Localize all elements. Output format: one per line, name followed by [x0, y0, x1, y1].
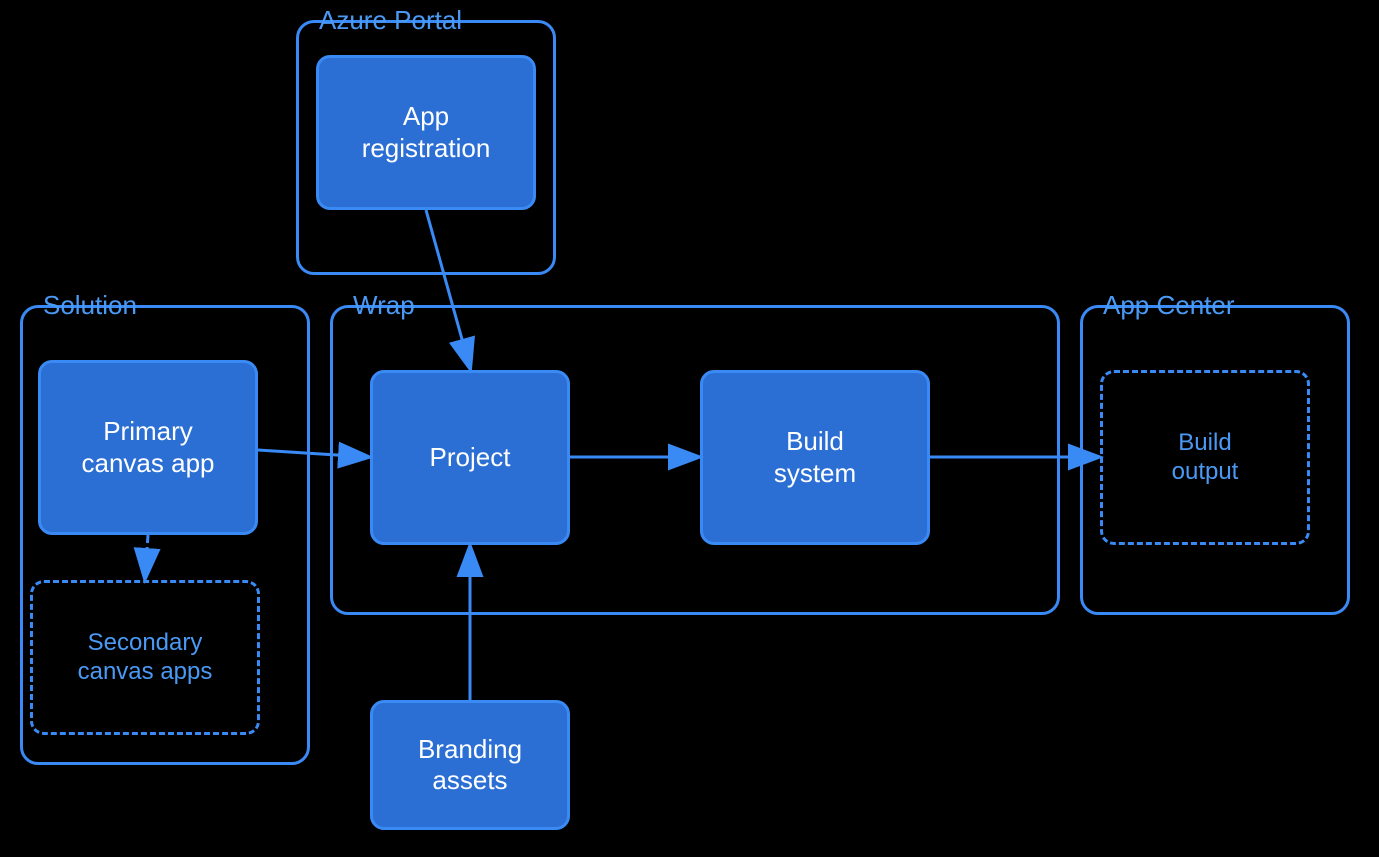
- solution-label: Solution: [43, 290, 137, 321]
- app-center-label: App Center: [1103, 290, 1235, 321]
- project-box: Project: [370, 370, 570, 545]
- branding-assets-box: Branding assets: [370, 700, 570, 830]
- app-registration-box: App registration: [316, 55, 536, 210]
- wrap-label: Wrap: [353, 290, 415, 321]
- azure-portal-label: Azure Portal: [319, 5, 462, 36]
- build-system-box: Build system: [700, 370, 930, 545]
- diagram-container: Azure Portal App registration Solution P…: [0, 0, 1379, 857]
- build-output-box: Build output: [1100, 370, 1310, 545]
- primary-canvas-app-box: Primary canvas app: [38, 360, 258, 535]
- secondary-canvas-apps-box: Secondary canvas apps: [30, 580, 260, 735]
